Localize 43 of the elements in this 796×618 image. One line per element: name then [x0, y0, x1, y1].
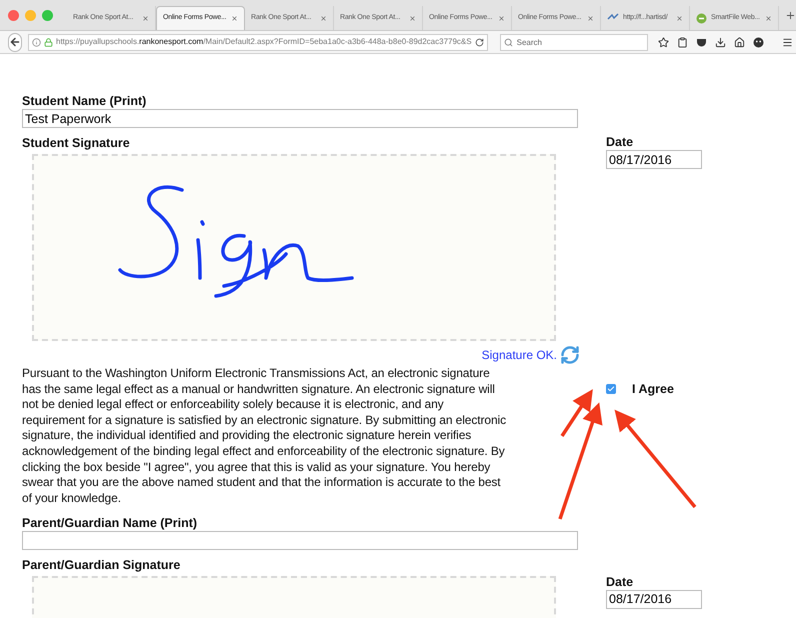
check-icon [607, 385, 615, 394]
star-icon[interactable] [658, 36, 669, 48]
home-icon[interactable] [734, 36, 745, 48]
agreement-paragraph: Pursuant to the Washington Uniform Electronic Transmissions Act, an electronic signature has the same legal effect as a manual or handwritten signature. An electronic signature will not be denied legal effect or enforceability solely because it is electronic, and any requirement for a signature is satisfied by an electronic signature. By submitting an electronic signature, the individual identified and providing the electronic signature herein verifies acknowledgement of the binding legal effect and enforceability of the electronic signature. By clicking the box beside "I agree", you agree that this is valid as your signature. You hereby swear that you are the above named student and that the information is accurate to the best of your knowledge. [22, 366, 506, 506]
close-icon[interactable] [409, 14, 416, 22]
smiley-icon[interactable] [752, 36, 764, 48]
search-icon [504, 38, 513, 46]
field-label: Student Name (Print) [22, 94, 148, 109]
back-arrow-icon [9, 36, 21, 48]
refresh-icon[interactable] [560, 345, 580, 365]
close-icon[interactable] [231, 15, 238, 22]
date-input-field[interactable]: 08/17/2016 [606, 150, 702, 169]
download-icon[interactable] [714, 36, 726, 48]
new-tab-icon[interactable] [785, 10, 796, 20]
date-input-field[interactable]: 08/17/2016 [606, 590, 702, 609]
field-label: Date [606, 574, 634, 590]
close-icon[interactable] [142, 14, 149, 22]
search-field[interactable]: Search [500, 34, 648, 50]
close-icon[interactable] [498, 14, 505, 22]
close-icon[interactable] [587, 14, 594, 22]
info-icon [32, 38, 41, 46]
close-icon[interactable] [320, 14, 327, 22]
address-field[interactable]: https://puyallupschools.rankonesport.com/Main/Default2.aspx?FormID=5eba1a0c-a3b6-448a-b8e0-89d2cac3779c&S [28, 34, 488, 50]
url-text: https://puyallupschools.rankonesport.com/Main/Default2.aspx?FormID=5eba1a0c-a3b6-448a-b8e0-89d2cac3779c&S [56, 36, 472, 48]
field-label: Student Signature [22, 136, 131, 151]
name-input-field[interactable]: Test Paperwork [22, 109, 578, 128]
clipboard-icon[interactable] [676, 36, 688, 48]
signature-status: Signature OK. [482, 347, 557, 364]
menu-icon[interactable] [782, 36, 793, 48]
close-window-button[interactable] [8, 10, 19, 20]
lock-icon [44, 38, 53, 46]
back-button[interactable] [8, 32, 22, 52]
field-label: Parent/Guardian Name (Print) [22, 516, 198, 532]
signature-pad[interactable] [32, 154, 556, 341]
name-input-field[interactable] [22, 531, 578, 550]
reload-icon[interactable] [474, 38, 484, 46]
field-label: Date [606, 135, 634, 150]
close-icon[interactable] [676, 14, 683, 22]
close-icon[interactable] [765, 14, 772, 22]
agree-checkbox[interactable] [606, 384, 616, 394]
field-label: Parent/Guardian Signature [22, 558, 182, 574]
shield-icon[interactable] [696, 36, 707, 48]
agree-label: I Agree [632, 381, 674, 398]
